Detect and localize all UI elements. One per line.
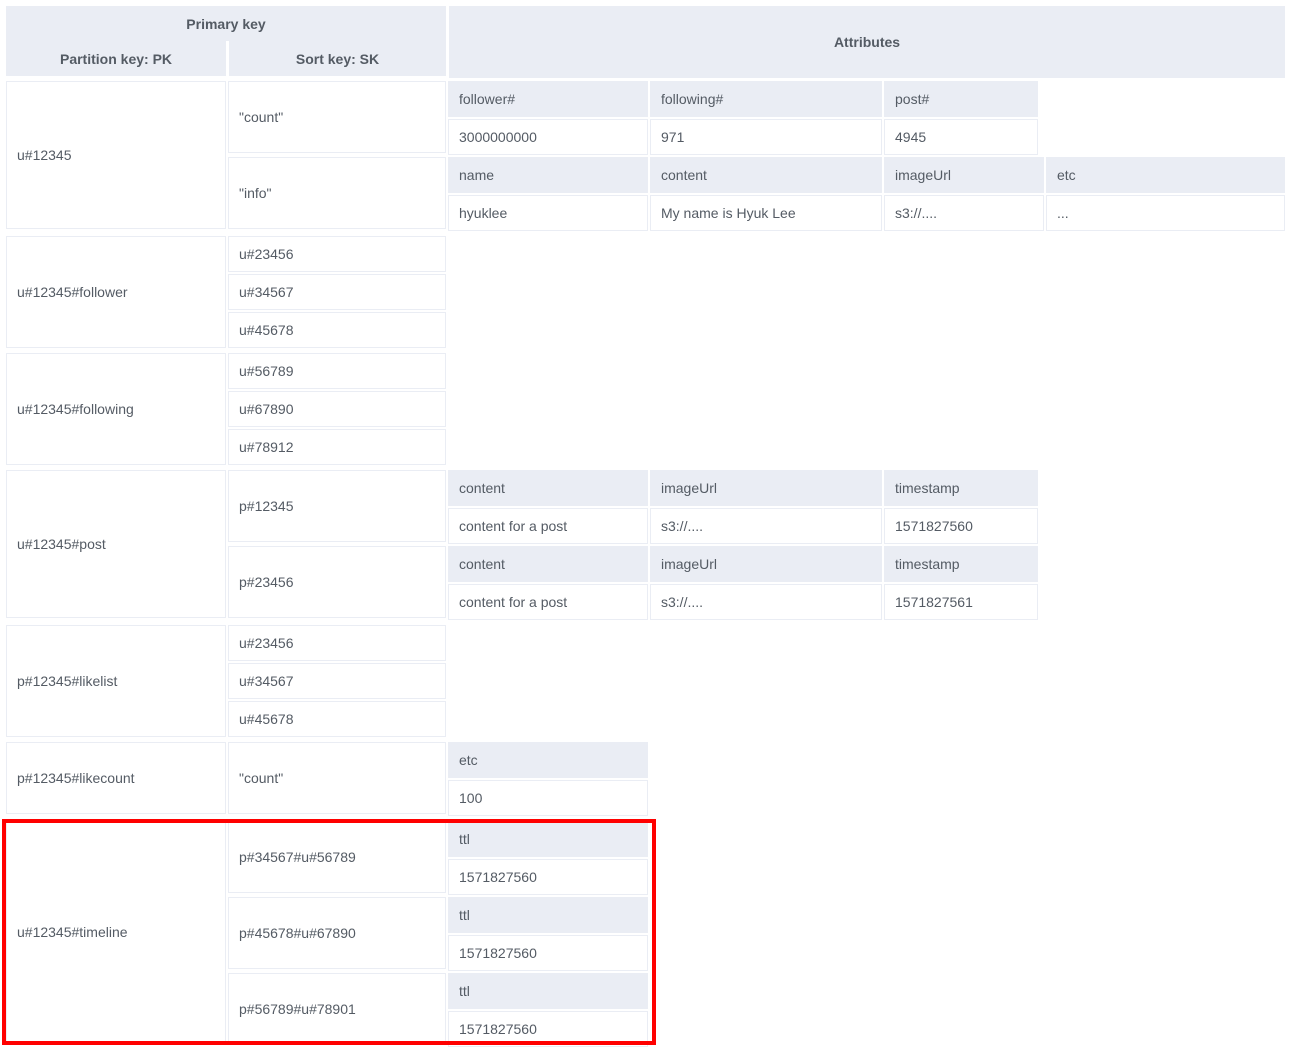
attr-header: following#: [650, 81, 882, 117]
attr-value: 3000000000: [448, 119, 648, 155]
attr-value: 1571827560: [448, 859, 648, 895]
attr-value: 1571827560: [448, 935, 648, 971]
pk-cell: u#12345#timeline: [6, 821, 226, 1043]
attr-header: imageUrl: [884, 157, 1044, 193]
attr-value: ...: [1046, 195, 1285, 231]
attr-value: 100: [448, 780, 648, 816]
header-partition-key: Partition key: PK: [6, 41, 226, 76]
attr-value: s3://....: [650, 508, 882, 544]
section-user-main: u#12345 "count" follower# following# pos…: [6, 81, 1285, 231]
attr-value: 1571827560: [448, 1011, 648, 1047]
sk-cell: u#45678: [228, 701, 446, 737]
section-posts: u#12345#post p#12345 content imageUrl ti…: [6, 470, 1285, 620]
sk-cell: u#78912: [228, 429, 446, 465]
attr-header: ttl: [448, 897, 648, 933]
header-sort-key: Sort key: SK: [228, 41, 446, 76]
pk-cell: u#12345#following: [6, 353, 226, 465]
sk-cell: u#67890: [228, 391, 446, 427]
attr-value: My name is Hyuk Lee: [650, 195, 882, 231]
sk-cell: u#45678: [228, 312, 446, 348]
section-following: u#12345#following u#56789 u#67890 u#7891…: [6, 353, 1285, 465]
attr-header: timestamp: [884, 546, 1038, 582]
attr-header: timestamp: [884, 470, 1038, 506]
sk-cell: u#34567: [228, 274, 446, 310]
attr-value: hyuklee: [448, 195, 648, 231]
attr-header: content: [448, 546, 648, 582]
attr-header: etc: [448, 742, 648, 778]
attr-header: content: [448, 470, 648, 506]
sk-cell: "count": [228, 81, 446, 153]
attr-header: imageUrl: [650, 546, 882, 582]
sk-cell: p#23456: [228, 546, 446, 618]
attr-header: imageUrl: [650, 470, 882, 506]
row-count: "count" follower# following# post# 30000…: [228, 81, 1285, 155]
section-timeline: u#12345#timeline p#34567#u#56789 ttl 157…: [6, 821, 1285, 1047]
row-info: "info" name content imageUrl etc hyuklee…: [228, 157, 1285, 231]
row-timeline-2: p#56789#u#78901 ttl 1571827560: [228, 973, 648, 1047]
sk-cell: p#56789#u#78901: [228, 973, 446, 1045]
attr-value: 1571827560: [884, 508, 1038, 544]
attr-value: content for a post: [448, 584, 648, 620]
attr-header: etc: [1046, 157, 1285, 193]
section-likecount: p#12345#likecount "count" etc 100: [6, 742, 1285, 816]
sk-cell: "count": [228, 742, 446, 814]
attr-value: s3://....: [884, 195, 1044, 231]
attr-value: s3://....: [650, 584, 882, 620]
attr-header: name: [448, 157, 648, 193]
attr-header: content: [650, 157, 882, 193]
sk-cell: p#45678#u#67890: [228, 897, 446, 969]
attr-value: 971: [650, 119, 882, 155]
attr-header: ttl: [448, 821, 648, 857]
pk-cell: p#12345#likelist: [6, 625, 226, 737]
attr-header: post#: [884, 81, 1038, 117]
sk-cell: u#23456: [228, 236, 446, 272]
pk-cell: u#12345: [6, 81, 226, 229]
header-row-2: Partition key: PK Sort key: SK: [6, 41, 1285, 76]
section-follower: u#12345#follower u#23456 u#34567 u#45678: [6, 236, 1285, 348]
pk-cell: u#12345#follower: [6, 236, 226, 348]
attr-value: 4945: [884, 119, 1038, 155]
section-likelist: p#12345#likelist u#23456 u#34567 u#45678: [6, 625, 1285, 737]
attr-header: ttl: [448, 973, 648, 1009]
sk-cell: u#56789: [228, 353, 446, 389]
pk-cell: u#12345#post: [6, 470, 226, 618]
sk-cell: "info": [228, 157, 446, 229]
row-timeline-0: p#34567#u#56789 ttl 1571827560: [228, 821, 648, 895]
pk-cell: p#12345#likecount: [6, 742, 226, 814]
sk-cell: p#34567#u#56789: [228, 821, 446, 893]
sk-cell: u#23456: [228, 625, 446, 661]
header-primary-key: Primary key: [6, 6, 446, 41]
attr-value: 1571827561: [884, 584, 1038, 620]
sk-cell: p#12345: [228, 470, 446, 542]
row-timeline-1: p#45678#u#67890 ttl 1571827560: [228, 897, 648, 971]
attr-header: follower#: [448, 81, 648, 117]
attr-value: content for a post: [448, 508, 648, 544]
sk-cell: u#34567: [228, 663, 446, 699]
row-post-1: p#23456 content imageUrl timestamp conte…: [228, 546, 1050, 620]
dynamodb-table-diagram: Primary key Attributes Partition key: PK…: [6, 6, 1285, 1047]
row-post-0: p#12345 content imageUrl timestamp conte…: [228, 470, 1050, 544]
